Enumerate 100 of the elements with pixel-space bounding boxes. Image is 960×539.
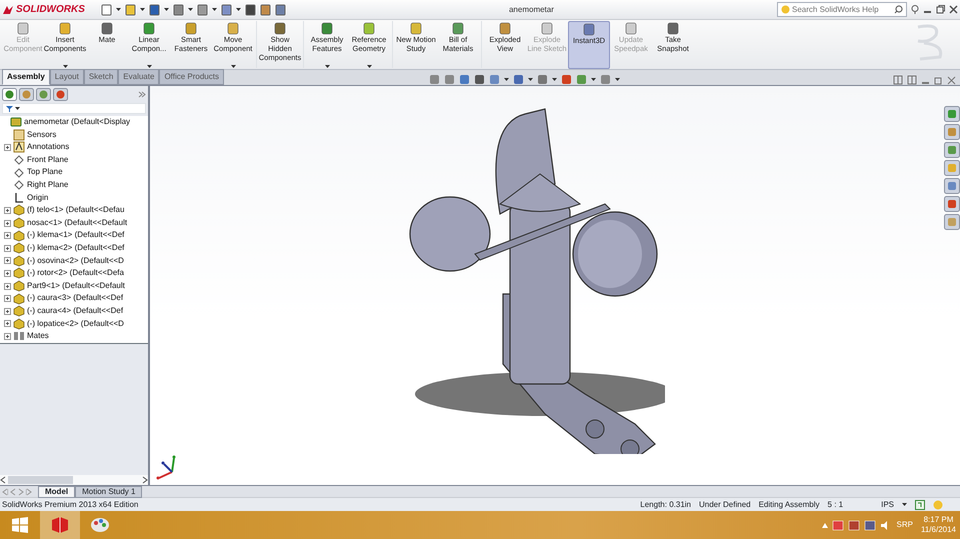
- view-tool-icon[interactable]: [560, 74, 572, 85]
- toolbar-icon[interactable]: [148, 4, 160, 16]
- caret-icon[interactable]: [140, 8, 145, 11]
- close-icon[interactable]: [949, 5, 958, 14]
- tree-item[interactable]: Mates: [27, 330, 49, 343]
- part-icon: [13, 280, 25, 292]
- expand-icon[interactable]: [4, 295, 11, 302]
- view-tool-icon[interactable]: [600, 74, 611, 85]
- command-tab[interactable]: Assembly: [2, 69, 50, 85]
- tile-icon[interactable]: [893, 75, 903, 85]
- expand-icon[interactable]: [4, 220, 11, 227]
- view-tool-icon[interactable]: [512, 74, 524, 85]
- model-tab[interactable]: Motion Study 1: [75, 486, 142, 498]
- expand-icon[interactable]: [4, 206, 11, 214]
- tree-item[interactable]: Top Plane: [27, 166, 63, 179]
- expand-icon[interactable]: [4, 320, 11, 328]
- tree-item[interactable]: Right Plane: [27, 178, 68, 192]
- caret-icon[interactable]: [236, 8, 241, 11]
- model-tab[interactable]: Model: [38, 486, 76, 498]
- scroll-left-icon[interactable]: [0, 476, 6, 484]
- caret-icon[interactable]: [15, 107, 20, 110]
- expand-icon[interactable]: [4, 282, 11, 290]
- tree-item[interactable]: (-) rotor<2> (Default<<Defa: [27, 267, 124, 280]
- task-pane-icon[interactable]: [944, 196, 960, 212]
- tree-item[interactable]: anemometar (Default<Display: [24, 116, 130, 129]
- view-tool-icon[interactable]: [458, 74, 470, 85]
- tree-item[interactable]: (-) klema<2> (Default<<Def: [27, 242, 124, 255]
- toolbar-icon[interactable]: [172, 4, 184, 16]
- tray-icon[interactable]: [848, 520, 860, 530]
- search-field[interactable]: Search SolidWorks Help: [777, 2, 907, 17]
- tree-item[interactable]: Front Plane: [27, 154, 68, 166]
- command-tab[interactable]: Layout: [50, 69, 84, 85]
- toolbar-icon[interactable]: [124, 4, 136, 16]
- tree-item[interactable]: nosac<1> (Default<<Default: [27, 216, 128, 230]
- caret-icon[interactable]: [164, 8, 169, 11]
- toolbar-icon[interactable]: [260, 4, 271, 16]
- toolbar-icon[interactable]: [196, 4, 208, 16]
- expand-panel-icon[interactable]: [138, 91, 146, 98]
- toolbar-icon[interactable]: [100, 4, 112, 16]
- tree-item[interactable]: (f) telo<1> (Default<<Defau: [27, 204, 124, 217]
- view-tool-icon[interactable]: [444, 74, 455, 85]
- caret-icon[interactable]: [528, 78, 533, 81]
- expand-icon[interactable]: [4, 257, 11, 264]
- tree-item[interactable]: Origin: [27, 192, 48, 204]
- caret-icon[interactable]: [614, 78, 620, 81]
- tree-item[interactable]: (-) klema<1> (Default<<Def: [27, 229, 124, 242]
- command-tab[interactable]: Sketch: [84, 69, 118, 85]
- tray-icon[interactable]: [864, 520, 876, 530]
- help-icon[interactable]: [911, 4, 919, 14]
- caret-icon[interactable]: [590, 78, 596, 81]
- tree-item[interactable]: (-) osovina<2> (Default<<D: [27, 254, 124, 268]
- filter-field[interactable]: [2, 103, 146, 114]
- tray-icon[interactable]: [832, 520, 844, 530]
- view-tool-icon[interactable]: [474, 74, 485, 85]
- tile-icon[interactable]: [907, 75, 917, 85]
- caret-icon[interactable]: [366, 65, 372, 68]
- search-icon[interactable]: [894, 5, 903, 14]
- caret-icon[interactable]: [504, 78, 509, 81]
- restore-icon[interactable]: [936, 5, 945, 14]
- view-tool-icon[interactable]: [428, 74, 440, 85]
- toolbar-icon[interactable]: [220, 4, 232, 16]
- toolbar-icon[interactable]: [274, 4, 286, 16]
- caret-icon[interactable]: [212, 8, 217, 11]
- caret-icon[interactable]: [902, 503, 907, 506]
- taskbar-app[interactable]: [40, 511, 80, 539]
- close-icon[interactable]: [947, 76, 956, 84]
- caret-icon[interactable]: [188, 8, 193, 11]
- tree-item[interactable]: Annotations: [27, 141, 70, 154]
- part-icon: [13, 318, 25, 330]
- expand-icon[interactable]: [4, 144, 11, 151]
- tree-item[interactable]: (-) lopatice<2> (Default<<D: [27, 318, 124, 330]
- status-text: Editing Assembly: [758, 498, 820, 510]
- tree-item[interactable]: (-) caura<3> (Default<<Def: [27, 292, 124, 305]
- panel-tab-icon[interactable]: [53, 88, 68, 101]
- expand-icon[interactable]: [4, 332, 11, 340]
- command-tab[interactable]: Evaluate: [118, 69, 160, 85]
- scroll-right-icon[interactable]: [142, 476, 148, 484]
- help-icon[interactable]: [915, 500, 925, 510]
- view-tool-icon[interactable]: [536, 74, 548, 85]
- expand-icon[interactable]: [4, 308, 11, 315]
- view-tool-icon[interactable]: [488, 74, 500, 85]
- restore-icon[interactable]: [934, 76, 943, 84]
- expand-icon[interactable]: [4, 270, 11, 277]
- caret-icon[interactable]: [116, 8, 121, 11]
- expand-icon[interactable]: [4, 232, 11, 240]
- tree-item[interactable]: Part9<1> (Default<<Default: [27, 280, 125, 292]
- tray-arrow-icon[interactable]: [822, 522, 828, 528]
- caret-icon[interactable]: [324, 65, 330, 68]
- command-tab[interactable]: Office Products: [159, 69, 224, 85]
- plane-icon: [13, 154, 25, 166]
- horizontal-scrollbar[interactable]: [0, 475, 148, 485]
- caret-icon[interactable]: [552, 78, 557, 81]
- tree-item[interactable]: (-) caura<4> (Default<<Def: [27, 304, 124, 318]
- toolbar-icon[interactable]: [244, 4, 256, 16]
- panel-tab-icon[interactable]: [2, 88, 17, 101]
- tree-item[interactable]: Sensors: [27, 128, 56, 142]
- tool-icon: [58, 22, 72, 35]
- caret-icon[interactable]: [230, 65, 236, 68]
- tool-icon: [184, 22, 198, 35]
- expand-icon[interactable]: [4, 244, 11, 252]
